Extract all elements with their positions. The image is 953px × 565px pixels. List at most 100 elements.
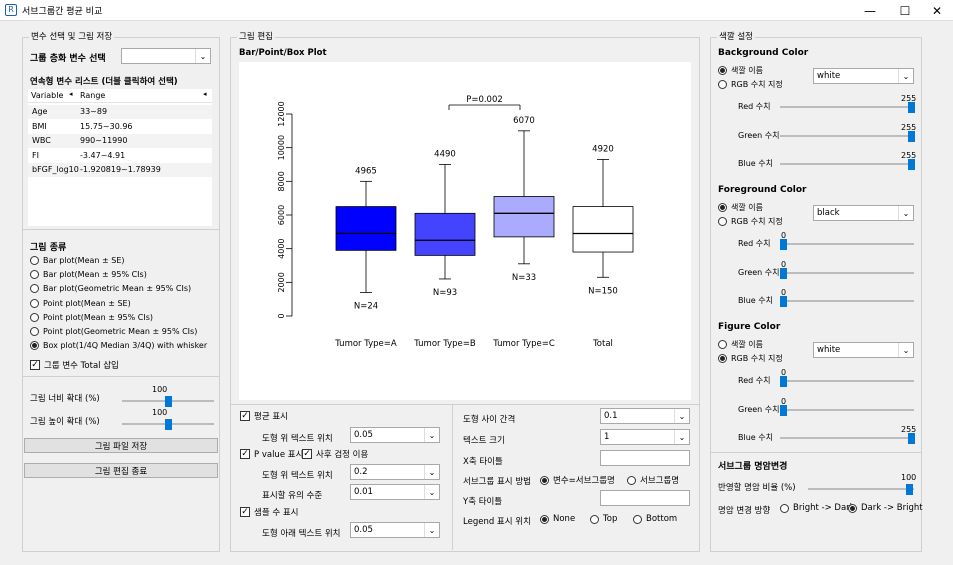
table-row[interactable]: FI -3.47~4.91 [28,148,212,163]
pvalue-show-checkbox[interactable]: ✓ P value 표시 [240,448,303,460]
posthoc-checkbox[interactable]: ✓ 사후 검정 이용 [302,448,368,460]
plot-type-radio[interactable]: Bar plot(Mean ± 95% CIs) [30,270,147,280]
check-icon: ✓ [240,448,250,459]
col-variable[interactable]: Variable [31,91,63,100]
top-label: 4920 [592,144,614,154]
xtitle-input[interactable] [600,450,690,466]
bg-green-slider-track[interactable] [780,134,914,137]
chevron-down-icon: ⌄ [898,343,913,357]
fg-opt-name-radio[interactable]: 색깔 이름 [718,202,763,213]
table-cell-variable: Age [32,107,48,116]
subgroup-opt1-radio[interactable]: 변수=서브그룹명 [540,474,615,486]
height-slider-thumb[interactable] [164,419,172,430]
close-button[interactable]: ✕ [920,0,953,21]
group-var-select[interactable]: ⌄ [121,48,211,64]
x-tick-label: Tumor Type=B [413,339,476,349]
ratio-slider-track[interactable] [808,488,914,490]
subgroup-label: 서브그룹 표시 방법 [463,477,531,487]
plot-type-radio[interactable]: Box plot(1/4Q Median 3/4Q) with whisker [30,341,207,351]
ratio-slider-thumb[interactable] [906,484,913,495]
radio-icon [718,80,727,89]
gap-select[interactable]: 0.1 ⌄ [600,408,690,424]
text-pos2-select[interactable]: 0.2 ⌄ [350,464,440,480]
bg-green-label: Green 수치 [738,130,780,140]
radio-icon [633,514,642,524]
radio-selected-icon [848,503,857,513]
bg-green-slider-thumb[interactable] [908,130,915,142]
fg-blue-slider-track[interactable] [780,300,914,302]
fig-red-slider-thumb[interactable] [780,376,787,387]
fg-color-select[interactable]: black ⌄ [813,205,914,221]
fig-green-slider-thumb[interactable] [780,404,787,416]
plot-type-radio[interactable]: Bar plot(Mean ± SE) [30,256,125,265]
width-slider-thumb[interactable] [164,396,172,407]
below-pos-select[interactable]: 0.05 ⌄ [350,522,440,538]
legend-none-radio[interactable]: None [540,514,575,524]
ratio-label: 반영할 명암 비율 (%) [718,483,796,493]
fig-red-slider-track[interactable] [780,380,914,382]
dir-opt2-radio[interactable]: Dark -> Bright [848,503,923,513]
fig-opt-rgb-radio[interactable]: RGB 수치 지정 [718,353,783,364]
fig-blue-slider-track[interactable] [780,437,914,439]
save-figure-button[interactable]: 그림 파일 저장 [24,438,218,453]
textsize-select[interactable]: 1 ⌄ [600,429,690,445]
fg-blue-slider-thumb[interactable] [780,296,787,307]
table-cell-range: -3.47~4.91 [80,150,126,160]
total-insert-checkbox[interactable]: ✓ 그룹 변수 Total 삽입 [30,359,119,371]
fg-blue-label: Blue 수치 [738,296,773,305]
bg-opt-rgb-radio[interactable]: RGB 수치 지정 [718,79,783,90]
ytitle-input[interactable] [600,490,690,506]
fg-red-slider-thumb[interactable] [780,239,787,250]
fg-green-slider-track[interactable] [780,271,914,274]
fig-green-slider-track[interactable] [780,408,914,411]
fg-red-slider-track[interactable] [780,243,914,245]
radio-icon [718,217,727,226]
fg-green-label: Green 수치 [738,267,780,277]
bg-red-slider-track[interactable] [780,106,914,108]
minimize-button[interactable]: — [853,0,887,21]
col-range[interactable]: Range [80,91,105,100]
fig-color-select[interactable]: white ⌄ [813,342,914,358]
radio-selected-icon [30,341,39,351]
plot-type-radio[interactable]: Bar plot(Geometric Mean ± 95% CIs) [30,284,191,294]
fig-opt-name-radio[interactable]: 색깔 이름 [718,339,763,350]
fig-blue-slider-thumb[interactable] [908,433,915,444]
table-row[interactable]: BMI 15.75~30.96 [28,119,212,134]
dir-opt1-radio[interactable]: Bright -> Dark [780,503,855,513]
table-row[interactable]: Age 33~89 [28,105,212,119]
bg-blue-slider-track[interactable] [780,163,914,165]
radio-icon [627,475,636,485]
text-pos-label: 도형 위 텍스트 위치 [262,434,333,444]
box-plot-chart: 0 2000 4000 6000 8000 10000 12000 4965 N=24 Tumor… [277,95,634,349]
legend-bottom-radio[interactable]: Bottom [633,514,677,524]
subgroup-opt2-radio[interactable]: 서브그룹명 [627,474,679,486]
table-row[interactable]: WBC 990~11990 [28,134,212,149]
mean-show-checkbox[interactable]: ✓ 평균 표시 [240,410,288,422]
maximize-button[interactable]: ☐ [888,0,922,21]
xtitle-label: X축 타이틀 [463,457,503,467]
y-tick-label: 6000 [277,205,286,225]
fg-green-slider-thumb[interactable] [780,267,787,279]
table-cell-range: 990~11990 [80,136,128,146]
close-edit-button[interactable]: 그림 편집 종료 [24,463,218,478]
fg-opt-rgb-radio[interactable]: RGB 수치 지정 [718,216,783,227]
plot-type-radio[interactable]: Point plot(Mean ± SE) [30,298,131,308]
plot-type-radio[interactable]: Point plot(Geometric Mean ± 95% CIs) [30,327,197,336]
legend-top-radio[interactable]: Top [590,514,617,524]
app-icon: R [5,4,17,16]
sig-select[interactable]: 0.01 ⌄ [350,484,440,500]
y-tick-label: 4000 [277,238,286,258]
x-tick-label: Tumor Type=A [334,339,397,349]
bg-color-select[interactable]: white ⌄ [813,68,914,84]
bg-red-slider-thumb[interactable] [908,102,915,113]
y-tick-label: 0 [277,313,286,318]
bg-opt-name-radio[interactable]: 색깔 이름 [718,65,763,76]
bg-blue-slider-thumb[interactable] [908,159,915,170]
variable-table[interactable]: Variable ◂ Range ◂ Age 33~89 BMI 15.75~3… [28,89,212,226]
table-cell-variable: FI [32,150,39,160]
sample-show-checkbox[interactable]: ✓ 샘플 수 표시 [240,506,299,518]
chevron-down-icon: ⌄ [424,485,439,499]
table-row[interactable]: bFGF_log10 -1.920819~1.78939 [28,163,212,178]
text-pos-select[interactable]: 0.05 ⌄ [350,427,440,443]
plot-type-radio[interactable]: Point plot(Mean ± 95% CIs) [30,312,153,322]
